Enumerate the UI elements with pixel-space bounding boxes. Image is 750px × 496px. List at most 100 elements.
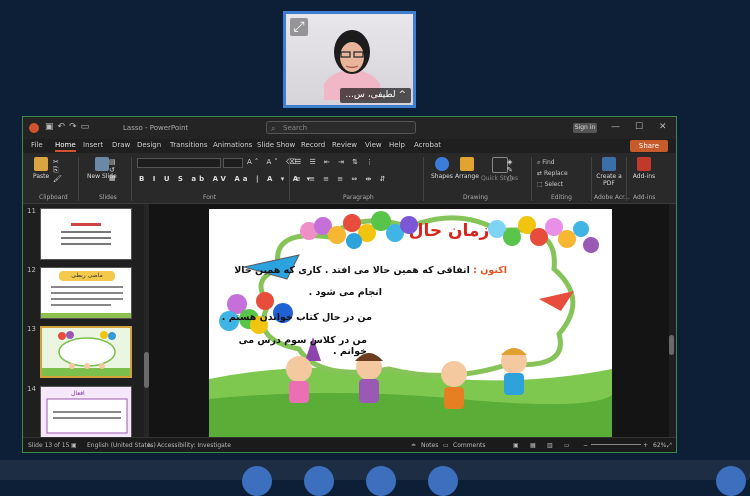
slide-thumbnail[interactable]: افعال — [40, 386, 132, 437]
tab-design[interactable]: Design — [137, 141, 161, 149]
meeting-control-button[interactable] — [716, 466, 746, 496]
title-bar: ▣↶↷▭ Lasso - PowerPoint ⌕ Search Sign in… — [23, 117, 676, 139]
slide-text-line-1[interactable]: اکنون : اتفاقی که همین حالا می افتد . کا… — [234, 265, 507, 276]
thumbnail-13-content — [42, 328, 130, 376]
slide-keyword: اکنون : — [473, 265, 507, 276]
group-drawing: Drawing — [463, 194, 488, 201]
create-pdf-icon — [602, 157, 616, 171]
editing-group: ⌕ Find ⇄ Replace ⬚ Select — [537, 157, 568, 190]
tab-help[interactable]: Help — [389, 141, 405, 149]
slideshow-icon[interactable]: ▭ — [81, 122, 94, 132]
accessibility-status[interactable]: Accessibility: Investigate — [157, 442, 231, 449]
alignment-icons[interactable]: ≡ ≡ ≡ ≡ ⇔ ⇹ ⇵ — [295, 175, 388, 183]
tab-slide-show[interactable]: Slide Show — [257, 141, 295, 149]
redo-icon[interactable]: ↷ — [69, 122, 81, 132]
slides-small-icons[interactable]: ▤ ↺ ▦ — [109, 158, 119, 182]
shapes-button[interactable]: Shapes — [431, 157, 453, 180]
tab-view[interactable]: View — [365, 141, 382, 149]
zoom-level[interactable]: 62% — [653, 442, 666, 449]
paste-button[interactable]: Paste — [33, 157, 49, 180]
zoom-out-icon[interactable]: − — [583, 442, 588, 449]
ribbon: Paste ✂ ⎘ 🖌 Clipboard New Slide ▤ ↺ ▦ Slides… — [23, 153, 676, 204]
tab-home[interactable]: Home — [55, 141, 76, 152]
group-adobe: Adobe Acr... — [594, 194, 630, 201]
normal-view-icon[interactable]: ▣ — [513, 442, 519, 449]
slide-text-line-3[interactable]: من در حال کتاب خواندن هستم . — [222, 312, 372, 323]
reading-view-icon[interactable]: ▥ — [547, 442, 553, 449]
notes-button[interactable]: Notes — [421, 442, 438, 449]
select-label: Select — [544, 181, 564, 188]
slide-title[interactable]: زمان حال — [389, 221, 509, 241]
font-size-box[interactable] — [223, 158, 243, 168]
replace-button[interactable]: ⇄ Replace — [537, 168, 568, 179]
tab-transitions[interactable]: Transitions — [170, 141, 208, 149]
save-icon[interactable]: ▣ — [45, 122, 58, 132]
slide-text-line-4[interactable]: من در کلاس سوم درس می خوانم . — [209, 335, 367, 357]
current-slide[interactable]: زمان حال اکنون : اتفاقی که همین حالا می … — [209, 209, 612, 437]
slide-thumbnail[interactable]: ماضی ربطی — [40, 267, 132, 319]
tab-record[interactable]: Record — [301, 141, 325, 149]
slide-text-line-2[interactable]: انجام می شود . — [309, 287, 382, 298]
drawing-small-icons[interactable]: ◈ ✎ ◌ — [507, 158, 516, 182]
meeting-control-button[interactable] — [366, 466, 396, 496]
tab-animations[interactable]: Animations — [213, 141, 252, 149]
slide-illustration — [209, 209, 612, 437]
undo-icon[interactable]: ↶ — [58, 122, 70, 132]
find-button[interactable]: ⌕ Find — [537, 157, 568, 168]
thumbnail-number: 13 — [27, 325, 36, 333]
share-button[interactable]: Share — [630, 140, 668, 152]
meeting-control-button[interactable] — [304, 466, 334, 496]
slide-scrollbar[interactable] — [669, 205, 674, 435]
spelling-icon[interactable]: ▣ — [71, 442, 77, 449]
select-icon: ⬚ — [537, 181, 545, 188]
tab-acrobat[interactable]: Acrobat — [414, 141, 441, 149]
participant-name-bar: ^ لطیفی، س... — [340, 88, 411, 103]
minimize-button[interactable]: — — [611, 122, 620, 132]
select-button[interactable]: ⬚ Select — [537, 179, 568, 190]
slide-sorter-icon[interactable]: ▦ — [530, 442, 536, 449]
restore-button[interactable]: ☐ — [635, 122, 643, 132]
tab-insert[interactable]: Insert — [83, 141, 103, 149]
font-name-box[interactable] — [137, 158, 221, 168]
language-indicator[interactable]: English (United States) — [87, 442, 156, 449]
slide-thumbnail-pane: 11 12 ماضی ربطی 13 14 افعال — [23, 204, 138, 437]
clipboard-small-icons[interactable]: ✂ ⎘ 🖌 — [53, 158, 65, 183]
participant-video-tile[interactable]: ⤢ ^ لطیفی، س... — [283, 11, 416, 108]
slide-editing-area: زمان حال اکنون : اتفاقی که همین حالا می … — [149, 204, 669, 437]
thumbnail-number: 11 — [27, 207, 36, 215]
arrange-icon — [459, 157, 474, 171]
slideshow-view-icon[interactable]: ▭ — [564, 442, 570, 449]
font-size-icons[interactable]: A˄ A˅ ⌫ — [247, 158, 299, 166]
meeting-control-button[interactable] — [242, 466, 272, 496]
status-bar: Slide 13 of 15 ▣ English (United States)… — [23, 437, 676, 452]
slide-scroll-thumb[interactable] — [669, 335, 674, 355]
shapes-label: Shapes — [431, 173, 453, 180]
zoom-in-icon[interactable]: + — [643, 442, 648, 449]
thumbnail-14-content — [41, 387, 131, 437]
tab-file[interactable]: File — [31, 141, 43, 149]
meeting-control-button[interactable] — [428, 466, 458, 496]
comments-button[interactable]: Comments — [453, 442, 486, 449]
quick-access-toolbar[interactable]: ▣↶↷▭ — [45, 122, 93, 132]
ribbon-tabs: File Home Insert Draw Design Transitions… — [23, 139, 676, 153]
slide-thumbnail-selected[interactable] — [40, 326, 132, 378]
fit-slide-icon[interactable]: ⤢ — [667, 442, 672, 450]
powerpoint-logo-icon — [29, 123, 39, 133]
search-icon: ⌕ — [271, 124, 276, 133]
tab-draw[interactable]: Draw — [112, 141, 130, 149]
create-pdf-button[interactable]: Create a PDF — [595, 157, 623, 187]
search-placeholder: Search — [283, 124, 308, 132]
sign-in-button[interactable]: Sign in — [573, 123, 597, 133]
close-button[interactable]: ✕ — [659, 122, 667, 132]
paragraph-icons[interactable]: ☰ ☰ ⇤ ⇥ ⇅ ⋮ — [295, 158, 376, 166]
slide-thumbnail[interactable] — [40, 208, 132, 260]
add-ins-button[interactable]: Add-ins — [631, 157, 657, 180]
search-box[interactable]: ⌕ Search — [266, 121, 416, 134]
arrange-button[interactable]: Arrange — [455, 157, 479, 180]
font-format-icons[interactable]: B I U S ab AV Aa | A ▾ A ▾ — [139, 175, 313, 183]
group-paragraph: Paragraph — [343, 194, 374, 201]
expand-icon[interactable]: ⤢ — [290, 18, 308, 36]
ribbon-separator — [626, 157, 627, 201]
tab-review[interactable]: Review — [332, 141, 357, 149]
zoom-slider[interactable] — [591, 444, 641, 445]
